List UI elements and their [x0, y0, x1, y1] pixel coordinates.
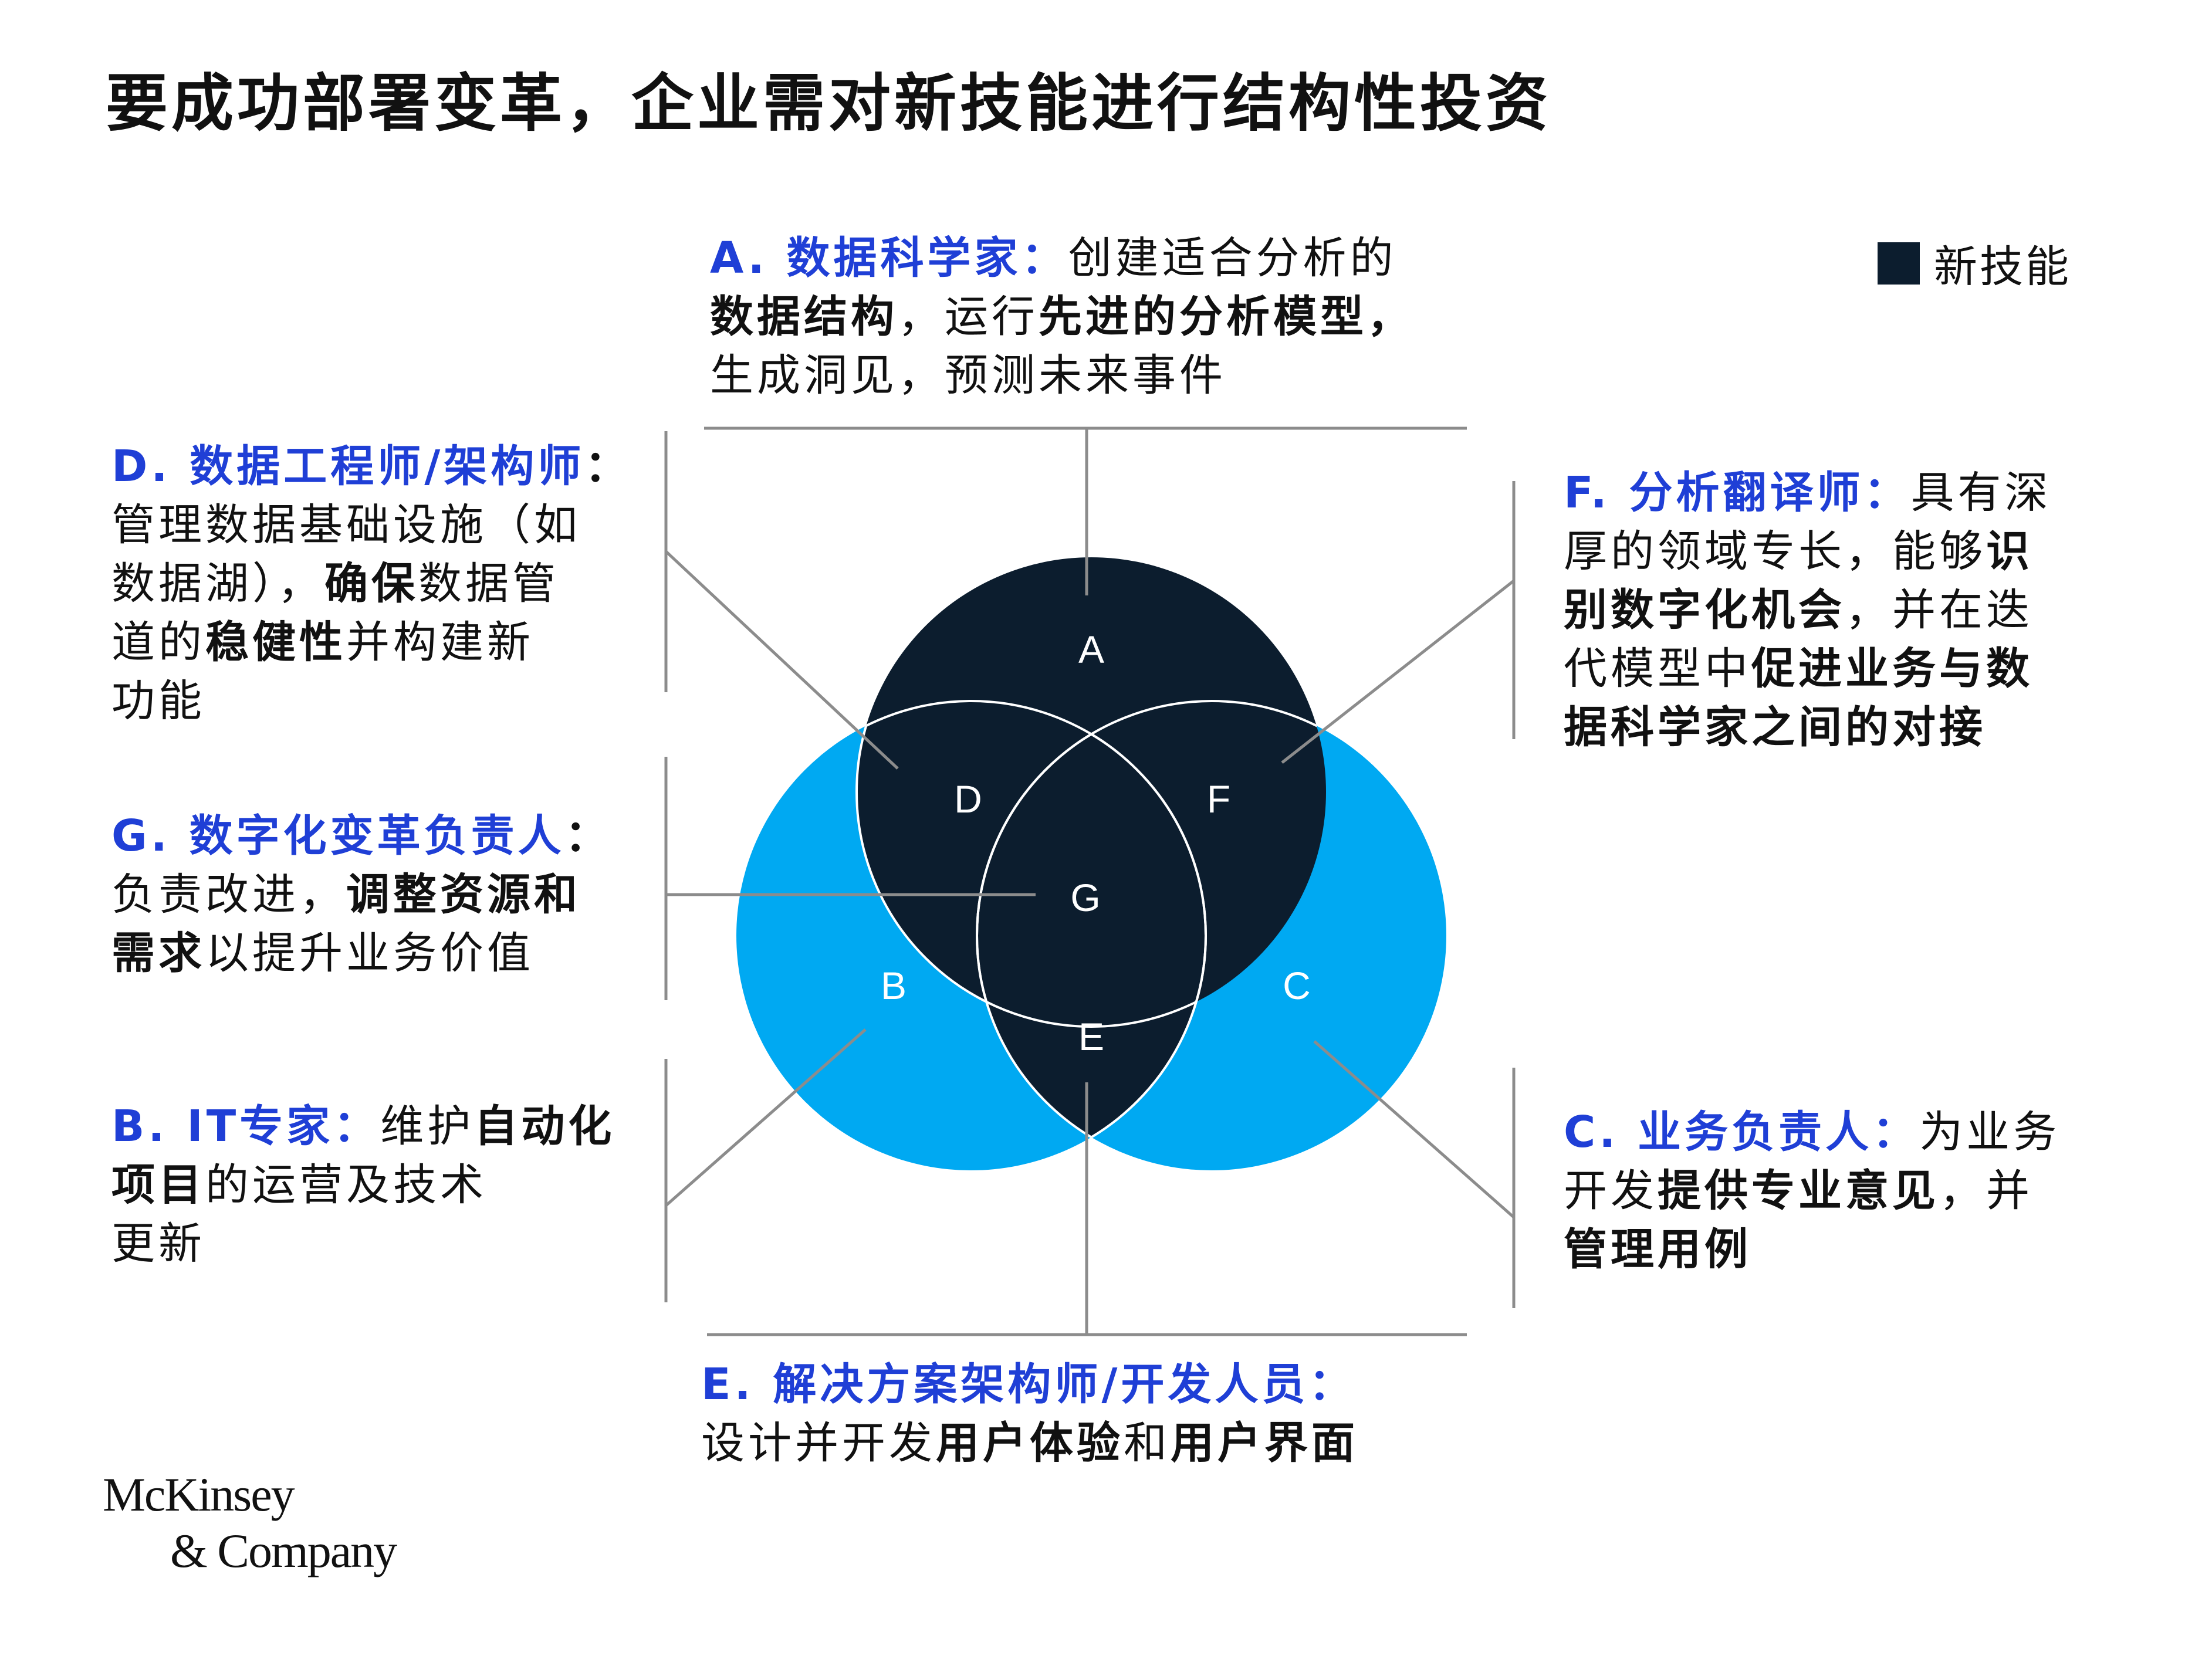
role-c-heading: C. 业务负责人：: [1564, 1107, 1920, 1157]
role-e-heading: E. 解决方案架构师/开发人员：: [701, 1359, 1356, 1410]
role-b-heading: B. IT专家：: [111, 1101, 381, 1152]
role-d-description: D. 数据工程师/架构师： 管理数据基础设施（如 数据湖），确保数据管 道的稳健…: [111, 441, 632, 726]
role-a-description: A. 数据科学家：创建适合分析的 数据结构，运行先进的分析模型， 生成洞见，预测…: [710, 233, 1414, 401]
role-f-heading: F. 分析翻译师：: [1564, 468, 1911, 518]
region-g-label: G: [1070, 876, 1100, 919]
role-d-heading: D. 数据工程师/架构师: [111, 441, 585, 492]
region-a-label: A: [1078, 628, 1104, 671]
region-e-label: E: [1078, 1015, 1104, 1058]
role-a-heading: A. 数据科学家：: [710, 233, 1068, 283]
region-c-label: C: [1283, 964, 1311, 1007]
role-g-description: G. 数字化变革负责人： 负责改进，调整资源和 需求以提升业务价值: [111, 811, 612, 979]
role-g-heading: G. 数字化变革负责人: [111, 811, 565, 861]
role-f-description: F. 分析翻译师：具有深 厚的领域专长，能够识 别数字化机会，并在迭 代模型中促…: [1564, 468, 2052, 753]
mckinsey-logo: McKinsey & Company: [103, 1468, 397, 1577]
region-b-label: B: [881, 964, 907, 1007]
role-b-description: B. IT专家：维护自动化 项目的运营及技术 更新: [111, 1101, 615, 1269]
region-d-label: D: [954, 777, 982, 821]
region-f-label: F: [1207, 777, 1230, 821]
role-e-description: E. 解决方案架构师/开发人员： 设计并开发用户体验和用户界面: [701, 1359, 1358, 1468]
role-c-description: C. 业务负责人：为业务 开发提供专业意见，并 管理用例: [1564, 1107, 2061, 1275]
